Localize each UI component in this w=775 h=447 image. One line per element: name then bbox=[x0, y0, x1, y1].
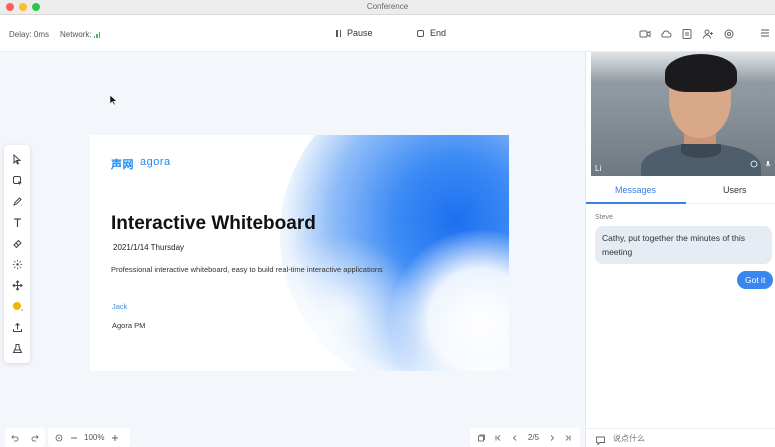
select-icon[interactable] bbox=[10, 152, 24, 166]
document-icon[interactable] bbox=[680, 27, 694, 41]
zoom-level: 100% bbox=[84, 433, 105, 442]
chat-icon[interactable] bbox=[595, 433, 606, 446]
laser-pointer-icon[interactable] bbox=[10, 257, 24, 271]
message-sender: Steve bbox=[595, 214, 613, 221]
zoom-controls: 100% bbox=[48, 428, 130, 447]
next-page-icon[interactable] bbox=[547, 433, 556, 442]
tab-messages[interactable]: Messages bbox=[615, 185, 656, 195]
text-icon[interactable] bbox=[10, 215, 24, 229]
eraser-icon[interactable] bbox=[10, 236, 24, 250]
title-bar: Conference bbox=[0, 0, 775, 15]
redo-icon[interactable] bbox=[31, 433, 40, 442]
side-panel: Li Messages Users Steve Cathy, put toget… bbox=[585, 52, 775, 447]
video-person-hair bbox=[665, 54, 737, 92]
window-title: Conference bbox=[366, 2, 409, 11]
last-page-icon[interactable] bbox=[564, 433, 573, 442]
logo-en-text: agora bbox=[140, 156, 171, 168]
tab-users[interactable]: Users bbox=[723, 185, 747, 195]
active-tab-indicator bbox=[586, 202, 686, 204]
video-camera-icon[interactable] bbox=[750, 155, 758, 173]
chat-input-bar bbox=[586, 428, 775, 447]
stop-icon bbox=[417, 29, 424, 37]
agora-logo: 声网 agora bbox=[111, 156, 171, 172]
settings-icon[interactable] bbox=[722, 27, 736, 41]
chat-input[interactable] bbox=[613, 432, 768, 445]
mouse-cursor-icon bbox=[109, 93, 118, 111]
pause-label: Pause bbox=[347, 28, 373, 38]
zoom-out-icon[interactable] bbox=[69, 433, 78, 442]
panel-tabs: Messages Users bbox=[586, 178, 775, 204]
page-list-icon[interactable] bbox=[477, 433, 486, 442]
end-label: End bbox=[430, 28, 447, 38]
selector-icon[interactable] bbox=[10, 173, 24, 187]
add-user-icon[interactable] bbox=[701, 27, 715, 41]
upload-icon[interactable] bbox=[10, 320, 24, 334]
incoming-message: Cathy, put together the minutes of this … bbox=[595, 226, 772, 264]
whiteboard-toolbar bbox=[4, 145, 30, 363]
slide-description: Professional interactive whiteboard, eas… bbox=[111, 265, 383, 274]
slide-title: Interactive Whiteboard bbox=[111, 213, 316, 234]
delay-status: Delay: 0ms bbox=[9, 30, 50, 39]
slide-author: Jack bbox=[112, 302, 128, 311]
slide-page: 声网 agora Interactive Whiteboard 2021/1/1… bbox=[90, 135, 509, 371]
pause-button[interactable]: Pause bbox=[336, 28, 373, 38]
whiteboard-canvas[interactable]: 声网 agora Interactive Whiteboard 2021/1/1… bbox=[0, 52, 585, 447]
undo-icon[interactable] bbox=[11, 433, 20, 442]
video-tile[interactable]: Li bbox=[591, 52, 775, 176]
first-page-icon[interactable] bbox=[494, 433, 503, 442]
color-picker-icon[interactable] bbox=[10, 299, 24, 313]
slide-date: 2021/1/14 Thursday bbox=[113, 243, 185, 252]
end-button[interactable]: End bbox=[417, 28, 446, 38]
outgoing-message: Got it bbox=[737, 271, 774, 289]
camera-icon[interactable] bbox=[638, 27, 652, 41]
top-toolbar: Delay: 0ms Network: Pause End bbox=[0, 15, 775, 52]
microphone-icon[interactable] bbox=[764, 155, 772, 173]
slide-role: Agora PM bbox=[112, 321, 146, 330]
prev-page-icon[interactable] bbox=[511, 433, 520, 442]
menu-icon[interactable] bbox=[760, 28, 770, 40]
network-status: Network: bbox=[60, 30, 101, 39]
cloud-icon[interactable] bbox=[659, 27, 673, 41]
zoom-in-icon[interactable] bbox=[110, 433, 119, 442]
history-controls bbox=[5, 428, 45, 447]
fit-screen-icon[interactable] bbox=[54, 433, 63, 442]
video-user-name: Li bbox=[595, 164, 602, 173]
move-icon[interactable] bbox=[10, 278, 24, 292]
signal-icon bbox=[93, 31, 101, 38]
video-person-collar bbox=[681, 144, 721, 158]
page-indicator: 2/5 bbox=[527, 433, 540, 442]
toolbox-icon[interactable] bbox=[10, 341, 24, 355]
page-controls: 2/5 bbox=[470, 428, 580, 447]
network-label: Network: bbox=[60, 30, 92, 39]
logo-cn-text: 声网 bbox=[111, 159, 134, 171]
pencil-icon[interactable] bbox=[10, 194, 24, 208]
pause-icon bbox=[336, 29, 341, 37]
